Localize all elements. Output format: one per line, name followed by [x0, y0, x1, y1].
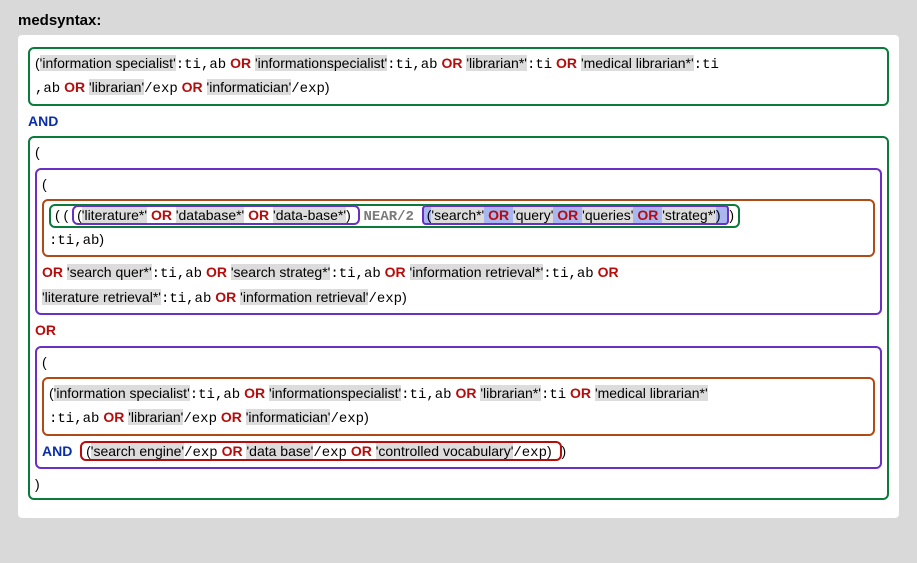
- term: 'medical librarian*': [595, 385, 708, 401]
- term: 'search quer*': [67, 264, 152, 280]
- op-or: OR: [488, 207, 509, 223]
- op-or: OR: [230, 55, 251, 71]
- op-and: AND: [28, 113, 58, 129]
- op-or: OR: [598, 264, 619, 280]
- near-left: ('literature*' OR 'database*' OR 'data-b…: [72, 205, 360, 225]
- field-tiab: :ti,ab: [401, 387, 451, 403]
- term: 'queries': [582, 207, 633, 223]
- group-2b-bottom: ('search engine'/exp OR 'data base'/exp …: [80, 441, 561, 461]
- page-title: medsyntax:: [0, 0, 917, 35]
- near-wrap: ( ( ('literature*' OR 'database*' OR 'da…: [49, 204, 740, 228]
- field-tiab: :ti,ab: [387, 57, 437, 73]
- op-or: OR: [64, 79, 85, 95]
- field-tiab: :ti,ab: [543, 266, 593, 282]
- op-or: OR: [556, 55, 577, 71]
- op-or: OR: [441, 55, 462, 71]
- field-ti: :ti: [541, 387, 566, 403]
- field-tiab: :ti,ab: [176, 57, 226, 73]
- term: 'librarian': [128, 409, 183, 425]
- field-tiab: :ti,ab: [49, 411, 99, 427]
- op-near: NEAR/2: [364, 209, 414, 225]
- field-tiab: :ti,ab: [330, 266, 380, 282]
- near-right: ('search*' OR 'query' OR 'queries' OR 's…: [422, 205, 730, 225]
- op-or: OR: [103, 409, 124, 425]
- field-tiab: :ti,ab: [152, 266, 202, 282]
- field-tiab: :ti,ab: [161, 291, 211, 307]
- field-exp: /exp: [513, 445, 547, 461]
- op-or: OR: [244, 385, 265, 401]
- group-2-outer: ( ( ( ( ('literature*' OR 'database*' OR…: [28, 136, 889, 500]
- term: 'librarian': [89, 79, 144, 95]
- term: 'librarian*': [480, 385, 541, 401]
- term: 'informatician': [246, 409, 331, 425]
- op-or: OR: [182, 79, 203, 95]
- term: 'data base': [246, 443, 313, 459]
- group-2a: ( ( ( ('literature*' OR 'database*' OR '…: [35, 168, 882, 316]
- term: 'informationspecialist': [255, 55, 387, 71]
- op-or: OR: [557, 207, 578, 223]
- op-or: OR: [222, 443, 243, 459]
- term: 'medical librarian*': [581, 55, 694, 71]
- field-tiab: :ti,ab: [190, 387, 240, 403]
- op-or: OR: [42, 264, 63, 280]
- op-or: OR: [385, 264, 406, 280]
- field-exp: /exp: [313, 445, 347, 461]
- term: 'information specialist': [54, 385, 190, 401]
- op-or: OR: [248, 207, 269, 223]
- op-or: OR: [215, 289, 236, 305]
- group-2a-inner: ( ( ('literature*' OR 'database*' OR 'da…: [42, 199, 875, 257]
- op-and: AND: [42, 443, 72, 459]
- op-or: OR: [221, 409, 242, 425]
- term: 'informationspecialist': [269, 385, 401, 401]
- field-ab-cont: ,ab: [35, 81, 60, 97]
- op-or: OR: [570, 385, 591, 401]
- term: 'search engine': [91, 443, 184, 459]
- field-exp: /exp: [184, 445, 218, 461]
- term: 'literature retrieval*': [42, 289, 161, 305]
- syntax-panel: ('information specialist':ti,ab OR 'info…: [18, 35, 899, 518]
- term: 'strateg*': [662, 207, 716, 223]
- term: 'librarian*': [466, 55, 527, 71]
- field-exp: /exp: [330, 411, 364, 427]
- term: 'database*': [176, 207, 244, 223]
- field-exp: /exp: [291, 81, 325, 97]
- field-exp: /exp: [144, 81, 178, 97]
- op-or: OR: [351, 443, 372, 459]
- op-or: OR: [35, 322, 56, 338]
- term: 'informatician': [207, 79, 292, 95]
- term: 'literature*': [82, 207, 147, 223]
- group-2b-top: ('information specialist':ti,ab OR 'info…: [42, 377, 875, 436]
- term: 'controlled vocabulary': [376, 443, 514, 459]
- term: 'search strateg*': [231, 264, 331, 280]
- op-or: OR: [637, 207, 658, 223]
- field-ti: :ti: [694, 57, 719, 73]
- term: 'information retrieval*': [410, 264, 544, 280]
- group-2b: ( ('information specialist':ti,ab OR 'in…: [35, 346, 882, 470]
- group-1: ('information specialist':ti,ab OR 'info…: [28, 47, 889, 106]
- op-or: OR: [151, 207, 172, 223]
- term: 'data-base*': [273, 207, 346, 223]
- term: 'query': [513, 207, 553, 223]
- term: 'information retrieval': [240, 289, 368, 305]
- field-tiab: :ti,ab: [49, 233, 99, 249]
- term: 'search*': [431, 207, 484, 223]
- field-ti: :ti: [527, 57, 552, 73]
- op-or: OR: [455, 385, 476, 401]
- field-exp: /exp: [183, 411, 217, 427]
- term: 'information specialist': [40, 55, 176, 71]
- field-exp: /exp: [368, 291, 402, 307]
- op-or: OR: [206, 264, 227, 280]
